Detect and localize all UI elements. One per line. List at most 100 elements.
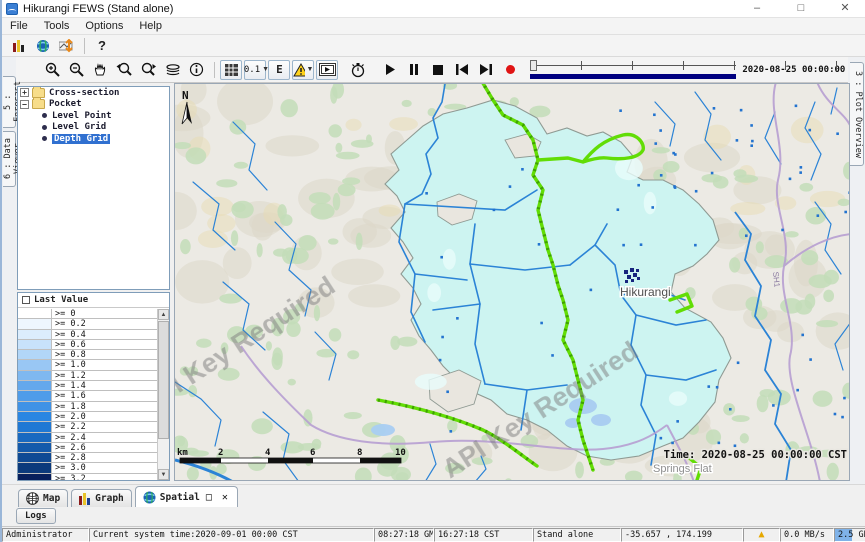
layer-tree-panel[interactable]: +Cross-section−PocketLevel PointLevel Gr… — [17, 86, 170, 290]
level-point-dot — [425, 192, 428, 195]
level-point-dot — [800, 166, 803, 169]
time-slider-thumb[interactable] — [530, 60, 537, 71]
play-icon[interactable] — [379, 60, 401, 80]
stop-icon[interactable] — [427, 60, 449, 80]
logs-button[interactable]: Logs — [16, 508, 56, 524]
menu-options[interactable]: Options — [77, 20, 131, 32]
level-point-dot — [841, 416, 844, 419]
app-logo-icon — [6, 3, 18, 15]
maximize-icon[interactable]: □ — [779, 0, 823, 17]
legend-entry: >= 1.8 — [18, 402, 157, 412]
timeseries-chart-icon[interactable] — [56, 36, 78, 56]
legend-swatch — [18, 371, 52, 380]
map-view[interactable]: API Key Required API Key Required Hikura… — [175, 84, 850, 481]
side-tab-forecast[interactable]: 5 : Forecast — [3, 76, 16, 128]
warning-dropdown[interactable]: ▼ — [292, 60, 314, 80]
zoom-previous-icon[interactable] — [114, 60, 136, 80]
bullet-icon — [42, 136, 47, 141]
level-point-dot — [640, 243, 643, 246]
legend-scrollbar[interactable]: ▲ ▼ — [157, 309, 169, 480]
status-mode: Stand alone — [533, 528, 621, 542]
legend-swatch — [18, 422, 52, 431]
level-point-dot — [651, 206, 654, 209]
level-point-dot — [540, 322, 543, 325]
zoom-in-icon[interactable] — [42, 60, 64, 80]
zoom-next-icon[interactable] — [138, 60, 160, 80]
scroll-down-icon[interactable]: ▼ — [158, 469, 169, 480]
legend-label: >= 1.0 — [52, 360, 86, 369]
grid-icon[interactable] — [220, 60, 242, 80]
minimize-icon[interactable]: – — [735, 0, 779, 17]
scale-dropdown[interactable]: 0.1 ▼ — [244, 60, 266, 80]
title-bar[interactable]: Hikurangi FEWS (Stand alone) – □ ✕ — [2, 0, 865, 18]
menu-file[interactable]: File — [2, 20, 36, 32]
level-point-dot — [808, 129, 811, 132]
restore-panel-icon[interactable]: □ — [206, 492, 214, 503]
level-point-dot — [619, 109, 622, 112]
svg-text:km: km — [177, 448, 188, 458]
scrollbar-thumb[interactable] — [158, 321, 169, 439]
legend-swatch — [18, 443, 52, 452]
label-icon[interactable]: E — [268, 60, 290, 80]
side-tab-plot-overview[interactable]: 3 : Plot Overview — [850, 62, 864, 166]
record-icon[interactable] — [499, 60, 521, 80]
level-point-dot — [781, 229, 784, 232]
collapse-icon[interactable]: − — [20, 100, 29, 109]
legend-label: >= 1.4 — [52, 381, 86, 390]
status-local-time: 16:27:18 CST — [434, 528, 533, 542]
legend-swatch — [18, 474, 52, 481]
info-icon[interactable] — [186, 60, 208, 80]
legend-label: >= 2.4 — [52, 433, 86, 442]
tab-graph[interactable]: Graph — [71, 489, 132, 507]
help-icon[interactable]: ? — [91, 36, 113, 56]
legend-swatch — [18, 330, 52, 339]
pan-hand-icon[interactable] — [90, 60, 112, 80]
database-icon[interactable] — [8, 36, 30, 56]
last-value-checkbox[interactable] — [22, 296, 30, 304]
legend-label: >= 1.2 — [52, 371, 86, 380]
tab-map[interactable]: Map — [18, 489, 68, 507]
scroll-up-icon[interactable]: ▲ — [158, 309, 169, 320]
close-panel-icon[interactable]: ✕ — [222, 492, 230, 503]
step-back-icon[interactable] — [451, 60, 473, 80]
toolbar-separator — [84, 38, 85, 54]
level-point-dot — [590, 289, 593, 292]
layers-icon[interactable] — [162, 60, 184, 80]
status-warning-cell[interactable]: ▲ — [743, 528, 780, 542]
legend-entry: >= 2.4 — [18, 433, 157, 443]
globe-icon[interactable] — [32, 36, 54, 56]
expand-icon[interactable]: + — [20, 88, 29, 97]
tree-node[interactable]: −Pocket — [18, 99, 169, 111]
status-system-time: Current system time:2020-09-01 00:00 CST — [89, 528, 374, 542]
application-window: Hikurangi FEWS (Stand alone) – □ ✕ File … — [0, 0, 865, 542]
legend-swatch — [18, 453, 52, 462]
level-point-dot — [446, 390, 449, 393]
zoom-out-icon[interactable] — [66, 60, 88, 80]
step-forward-icon[interactable] — [475, 60, 497, 80]
time-slider[interactable] — [530, 59, 736, 81]
side-tab-data-viewer[interactable]: 6 : Data Viewer — [3, 131, 16, 187]
level-point-dot — [493, 209, 496, 212]
tree-leaf[interactable]: Depth Grid — [18, 133, 169, 145]
legend-entry: >= 3.0 — [18, 463, 157, 473]
status-throughput: 0.0 MB/s — [780, 528, 834, 542]
menu-tools[interactable]: Tools — [36, 20, 78, 32]
toolbar-separator — [214, 62, 215, 78]
svg-text:2: 2 — [218, 448, 223, 458]
stopwatch-icon[interactable] — [347, 60, 369, 80]
pause-icon[interactable] — [403, 60, 425, 80]
tree-leaf[interactable]: Level Point — [18, 110, 169, 122]
animation-icon[interactable] — [316, 60, 338, 80]
tree-leaf[interactable]: Level Grid — [18, 122, 169, 134]
legend-entry: >= 2.6 — [18, 443, 157, 453]
level-point-dot — [745, 234, 748, 237]
status-memory[interactable]: 2.5 GB — [834, 528, 865, 542]
status-gmt-time: 08:27:18 GMT — [374, 528, 434, 542]
menu-help[interactable]: Help — [131, 20, 170, 32]
legend-label: >= 0.6 — [52, 340, 86, 349]
tab-spatial[interactable]: Spatial □ ✕ — [135, 486, 238, 507]
warning-icon: ▲ — [758, 529, 764, 540]
window-title: Hikurangi FEWS (Stand alone) — [23, 3, 173, 15]
legend-label: >= 2.6 — [52, 443, 86, 452]
close-icon[interactable]: ✕ — [823, 0, 865, 17]
